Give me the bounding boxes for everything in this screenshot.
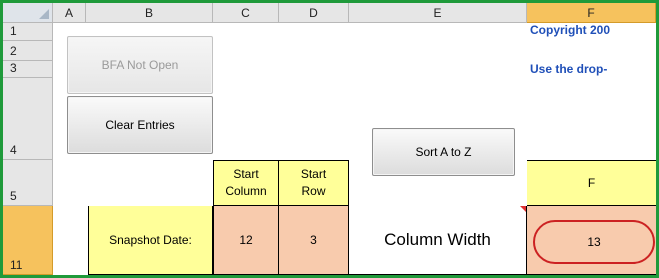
select-all-triangle-icon (39, 9, 49, 19)
row-header-2[interactable]: 2 (3, 41, 53, 61)
sort-a-to-z-label: Sort A to Z (415, 145, 472, 159)
snapshot-date-label-cell[interactable]: Snapshot Date: (88, 206, 213, 275)
column-width-value-highlight: 13 (533, 220, 655, 264)
clear-entries-label: Clear Entries (105, 118, 175, 132)
use-dropdown-text: Use the drop- (530, 62, 608, 76)
comment-indicator-icon (520, 206, 526, 212)
f-label-cell[interactable]: F (527, 160, 656, 206)
column-header-e[interactable]: E (349, 3, 527, 23)
bfa-not-open-label: BFA Not Open (101, 58, 179, 72)
column-width-value: 13 (587, 235, 601, 249)
column-header-c[interactable]: C (213, 3, 279, 23)
column-width-label-cell[interactable]: Column Width (349, 206, 527, 275)
start-column-header-cell[interactable]: Start Column (213, 160, 279, 206)
row-header-5[interactable]: 5 (3, 160, 53, 206)
start-row-value-cell[interactable]: 3 (279, 206, 349, 275)
column-header-a[interactable]: A (53, 3, 86, 23)
start-row-header-cell[interactable]: Start Row (279, 160, 349, 206)
row-header-4[interactable]: 4 (3, 78, 53, 160)
row-header-1[interactable]: 1 (3, 23, 53, 41)
start-column-value-cell[interactable]: 12 (213, 206, 279, 275)
sort-a-to-z-button[interactable]: Sort A to Z (372, 128, 515, 176)
bfa-not-open-button[interactable]: BFA Not Open (67, 36, 213, 94)
copyright-text: Copyright 200 (530, 23, 611, 37)
column-header-f[interactable]: F (527, 3, 656, 23)
clear-entries-button[interactable]: Clear Entries (67, 96, 213, 154)
row-header-3[interactable]: 3 (3, 61, 53, 78)
row-header-11[interactable]: 11 (3, 206, 53, 275)
column-header-d[interactable]: D (279, 3, 349, 23)
column-header-b[interactable]: B (86, 3, 213, 23)
select-all-corner[interactable] (3, 3, 53, 23)
